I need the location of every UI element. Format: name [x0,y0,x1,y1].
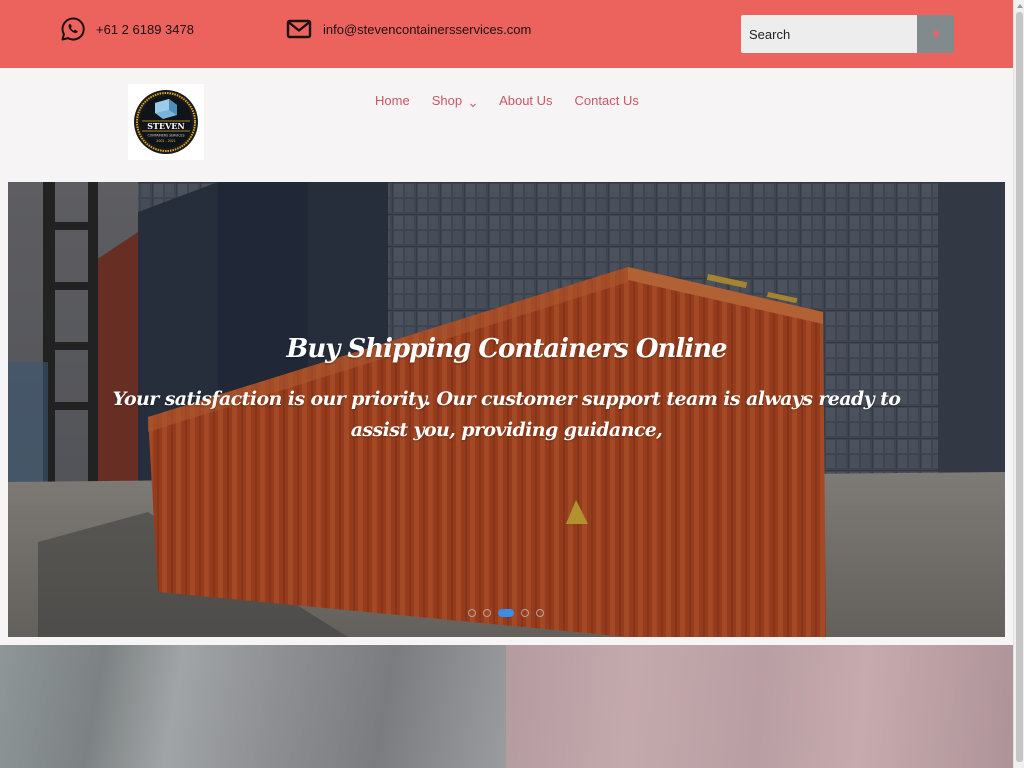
page: +61 2 6189 3478 info@stevencontainersser… [0,0,1013,768]
nav-contact-us[interactable]: Contact Us [575,93,639,108]
phone-number[interactable]: +61 2 6189 3478 [96,22,194,37]
slide-dot-3-active[interactable] [498,609,514,617]
top-bar: +61 2 6189 3478 info@stevencontainersser… [0,0,1013,68]
feature-image-left [0,645,506,768]
search-form [741,15,954,53]
page-scrollbar[interactable] [1013,0,1024,768]
scrollbar-thumb[interactable] [1016,12,1023,762]
scroll-up-arrow-icon[interactable] [1014,0,1024,12]
hero-title: Buy Shipping Containers Online [286,334,727,364]
main-nav: Home Shop About Us Contact Us [375,93,661,108]
chevron-down-icon [469,97,477,107]
slide-dot-2[interactable] [483,609,491,617]
feature-image-right [506,645,1013,768]
nav-about-us[interactable]: About Us [499,93,552,108]
search-button[interactable] [917,15,954,53]
hero-subtitle: Your satisfaction is our priority. Our c… [112,388,901,441]
search-icon [932,30,939,38]
phone-contact[interactable]: +61 2 6189 3478 [60,16,194,42]
slide-dot-5[interactable] [536,609,544,617]
site-header: STEVEN CONTAINERS SERVICES 2002 - 2021 H… [0,68,1013,182]
slide-dot-4[interactable] [521,609,529,617]
hero-slider[interactable]: Buy Shipping Containers Online Your sati… [8,182,1005,637]
logo-badge-icon: STEVEN CONTAINERS SERVICES 2002 - 2021 [134,90,198,154]
nav-shop[interactable]: Shop [432,93,477,108]
nav-home[interactable]: Home [375,93,410,108]
envelope-icon [286,16,312,42]
slider-pagination [468,609,551,617]
slide-dot-1[interactable] [468,609,476,617]
svg-text:CONTAINERS SERVICES: CONTAINERS SERVICES [147,134,184,138]
site-logo[interactable]: STEVEN CONTAINERS SERVICES 2002 - 2021 [128,84,204,160]
search-input[interactable] [741,15,917,53]
email-contact[interactable]: info@stevencontainersservices.com [286,16,531,42]
svg-text:2002 - 2021: 2002 - 2021 [156,139,175,143]
whatsapp-icon [60,16,86,42]
email-address[interactable]: info@stevencontainersservices.com [323,22,531,37]
svg-text:STEVEN: STEVEN [147,121,184,131]
